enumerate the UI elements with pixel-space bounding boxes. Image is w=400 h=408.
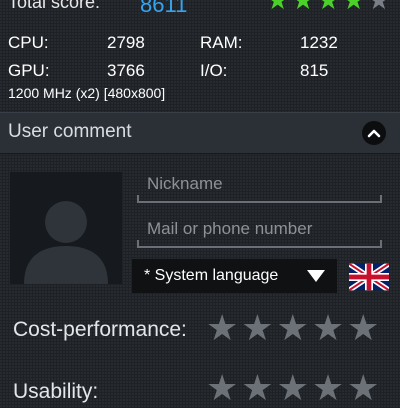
section-title: User comment: [8, 121, 132, 142]
nickname-field[interactable]: [137, 167, 382, 203]
gpu-value: 3766: [107, 61, 145, 80]
ram-value: 1232: [300, 33, 338, 52]
io-label: I/O:: [200, 61, 228, 80]
mail-input[interactable]: [137, 212, 382, 246]
cpu-info: 1200 MHz (x2) [480x800]: [8, 85, 166, 101]
star-icon: ★: [291, 0, 315, 15]
usability-label: Usability:: [13, 380, 99, 403]
chevron-up-icon: [367, 129, 381, 138]
star-icon[interactable]: ★: [206, 370, 238, 406]
io-value: 815: [300, 61, 329, 80]
ram-label: RAM:: [200, 33, 243, 52]
score-stars: ★ ★ ★ ★ ★: [266, 0, 391, 15]
star-icon[interactable]: ★: [241, 370, 273, 406]
cost-performance-label: Cost-performance:: [13, 318, 187, 341]
language-select-label: * System language: [144, 267, 279, 284]
star-icon[interactable]: ★: [277, 310, 309, 346]
star-icon: ★: [341, 0, 366, 15]
star-icon[interactable]: ★: [241, 310, 273, 346]
gpu-label: GPU:: [8, 61, 50, 80]
cost-performance-rating[interactable]: ★ ★ ★ ★ ★: [206, 310, 379, 346]
collapse-button[interactable]: [362, 121, 386, 145]
star-icon: ★: [367, 0, 391, 15]
language-select[interactable]: * System language: [132, 259, 337, 293]
uk-flag-icon[interactable]: [349, 263, 389, 291]
nickname-input[interactable]: [137, 167, 382, 201]
person-icon: [24, 201, 108, 284]
star-icon[interactable]: ★: [312, 310, 344, 346]
user-comment-header[interactable]: User comment: [0, 112, 400, 154]
star-icon: ★: [316, 0, 340, 15]
mail-field[interactable]: [137, 212, 382, 248]
cpu-value: 2798: [107, 33, 145, 52]
total-score-value: 8611: [140, 0, 188, 17]
star-icon[interactable]: ★: [277, 370, 309, 406]
usability-rating[interactable]: ★ ★ ★ ★ ★: [206, 370, 379, 406]
star-icon[interactable]: ★: [206, 310, 238, 346]
star-icon[interactable]: ★: [347, 310, 379, 346]
star-icon: ★: [266, 0, 290, 15]
avatar[interactable]: [10, 172, 122, 284]
cpu-label: CPU:: [8, 33, 49, 52]
star-icon[interactable]: ★: [347, 370, 379, 406]
star-icon[interactable]: ★: [312, 370, 344, 406]
triangle-down-icon: [307, 270, 325, 282]
total-score-label: Total score:: [8, 0, 101, 12]
